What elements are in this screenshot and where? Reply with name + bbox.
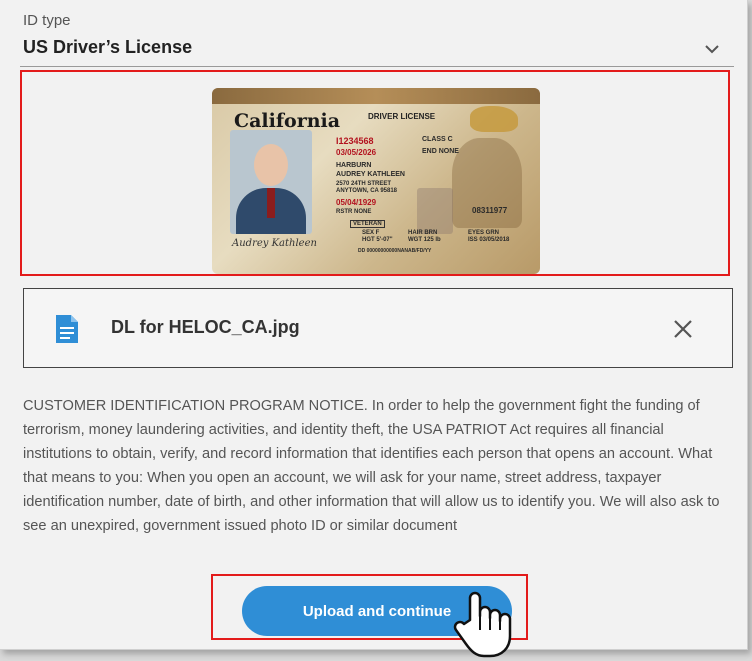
chevron-down-icon[interactable]: [703, 40, 721, 58]
license-type: DRIVER LICENSE: [368, 112, 436, 121]
id-type-select[interactable]: US Driver’s License: [23, 37, 192, 58]
license-doc-number: 08311977: [472, 206, 508, 215]
license-sex: SEX F: [362, 230, 380, 236]
document-icon: [56, 315, 78, 343]
license-hgt: HGT 5'-07": [362, 237, 393, 243]
id-upload-card: ID type US Driver’s License California D…: [0, 0, 748, 658]
license-dob: 05/04/1929: [336, 198, 377, 207]
license-restr: RSTR NONE: [336, 209, 372, 215]
license-dl-number: I1234568: [336, 136, 374, 146]
license-eyes: EYES GRN: [468, 230, 500, 236]
bear-emblem: [470, 106, 518, 132]
license-last-name: HARBURN: [336, 162, 372, 169]
license-signature: Audrey Kathleen: [232, 238, 317, 249]
license-address: 2570 24TH STREET: [336, 181, 392, 187]
license-wgt: WGT 125 lb: [408, 237, 441, 243]
license-first-name: AUDREY KATHLEEN: [336, 171, 405, 178]
uploaded-file-row: DL for HELOC_CA.jpg: [23, 288, 733, 368]
license-photo: [230, 130, 312, 234]
license-iss: ISS 03/05/2018: [468, 237, 510, 243]
hand-cursor-icon: [453, 591, 512, 658]
license-city: ANYTOWN, CA 95818: [336, 188, 398, 194]
license-end: END NONE: [422, 148, 459, 155]
file-name: DL for HELOC_CA.jpg: [111, 317, 300, 337]
license-hair: HAIR BRN: [408, 230, 438, 236]
license-dd: DD 00000000000NANAB/FD/YY: [358, 248, 432, 254]
license-veteran: VETERAN: [350, 220, 385, 228]
license-state: California: [234, 110, 341, 132]
cip-notice: CUSTOMER IDENTIFICATION PROGRAM NOTICE. …: [23, 398, 720, 534]
license-top-band: [212, 88, 540, 104]
id-type-label: ID type: [23, 12, 71, 29]
select-underline: [20, 66, 734, 67]
close-icon[interactable]: [672, 318, 694, 340]
license-class: CLASS C: [422, 136, 453, 143]
license-ghost-photo: [417, 188, 453, 234]
license-image: California DRIVER LICENSE I1234568 03/05…: [212, 88, 540, 274]
license-exp: 03/05/2026: [336, 148, 377, 157]
